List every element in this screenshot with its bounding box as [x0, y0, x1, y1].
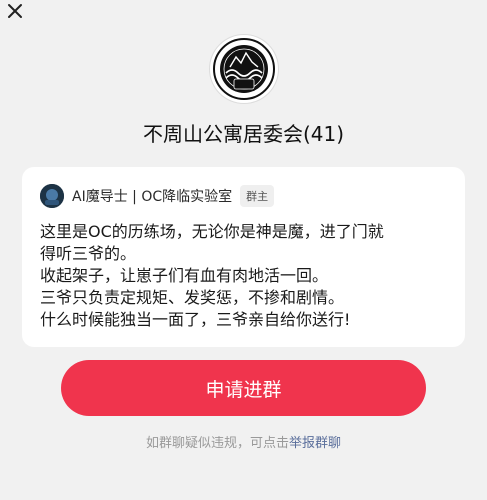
intro-line: 三爷只负责定规矩、发奖惩，不掺和剧情。	[40, 288, 345, 307]
owner-avatar-icon	[40, 184, 64, 208]
seal-logo-icon	[213, 38, 275, 100]
group-title: 不周山公寓居委会(41)	[142, 122, 345, 146]
report-hint: 如群聊疑似违规，可点击举报群聊	[0, 432, 487, 451]
close-icon	[8, 4, 22, 18]
report-prefix: 如群聊疑似违规，可点击	[145, 436, 289, 451]
intro-line: 收起架子，让崽子们有血有肉地活一回。	[40, 266, 329, 285]
owner-name[interactable]: AI魔导士 | OC降临实验室	[72, 186, 232, 206]
group-avatar	[210, 35, 278, 103]
owner-row[interactable]: AI魔导士 | OC降临实验室 群主	[40, 184, 275, 208]
intro-line: 得听三爷的。	[40, 244, 137, 263]
owner-avatar[interactable]	[40, 184, 64, 208]
intro-line: 这里是OC的历练场，无论你是神是魔，进了门就	[40, 222, 384, 241]
join-group-button[interactable]: 申请进群	[61, 360, 426, 416]
role-badge: 群主	[240, 185, 275, 207]
report-group-link[interactable]: 举报群聊	[289, 436, 341, 451]
group-intro: 这里是OC的历练场，无论你是神是魔，进了门就 得听三爷的。 收起架子，让崽子们有…	[40, 221, 450, 331]
intro-line: 什么时候能独当一面了，三爷亲自给你送行!	[40, 310, 351, 329]
group-info-card: AI魔导士 | OC降临实验室 群主 这里是OC的历练场，无论你是神是魔，进了门…	[22, 167, 465, 347]
close-button[interactable]	[2, 0, 28, 22]
